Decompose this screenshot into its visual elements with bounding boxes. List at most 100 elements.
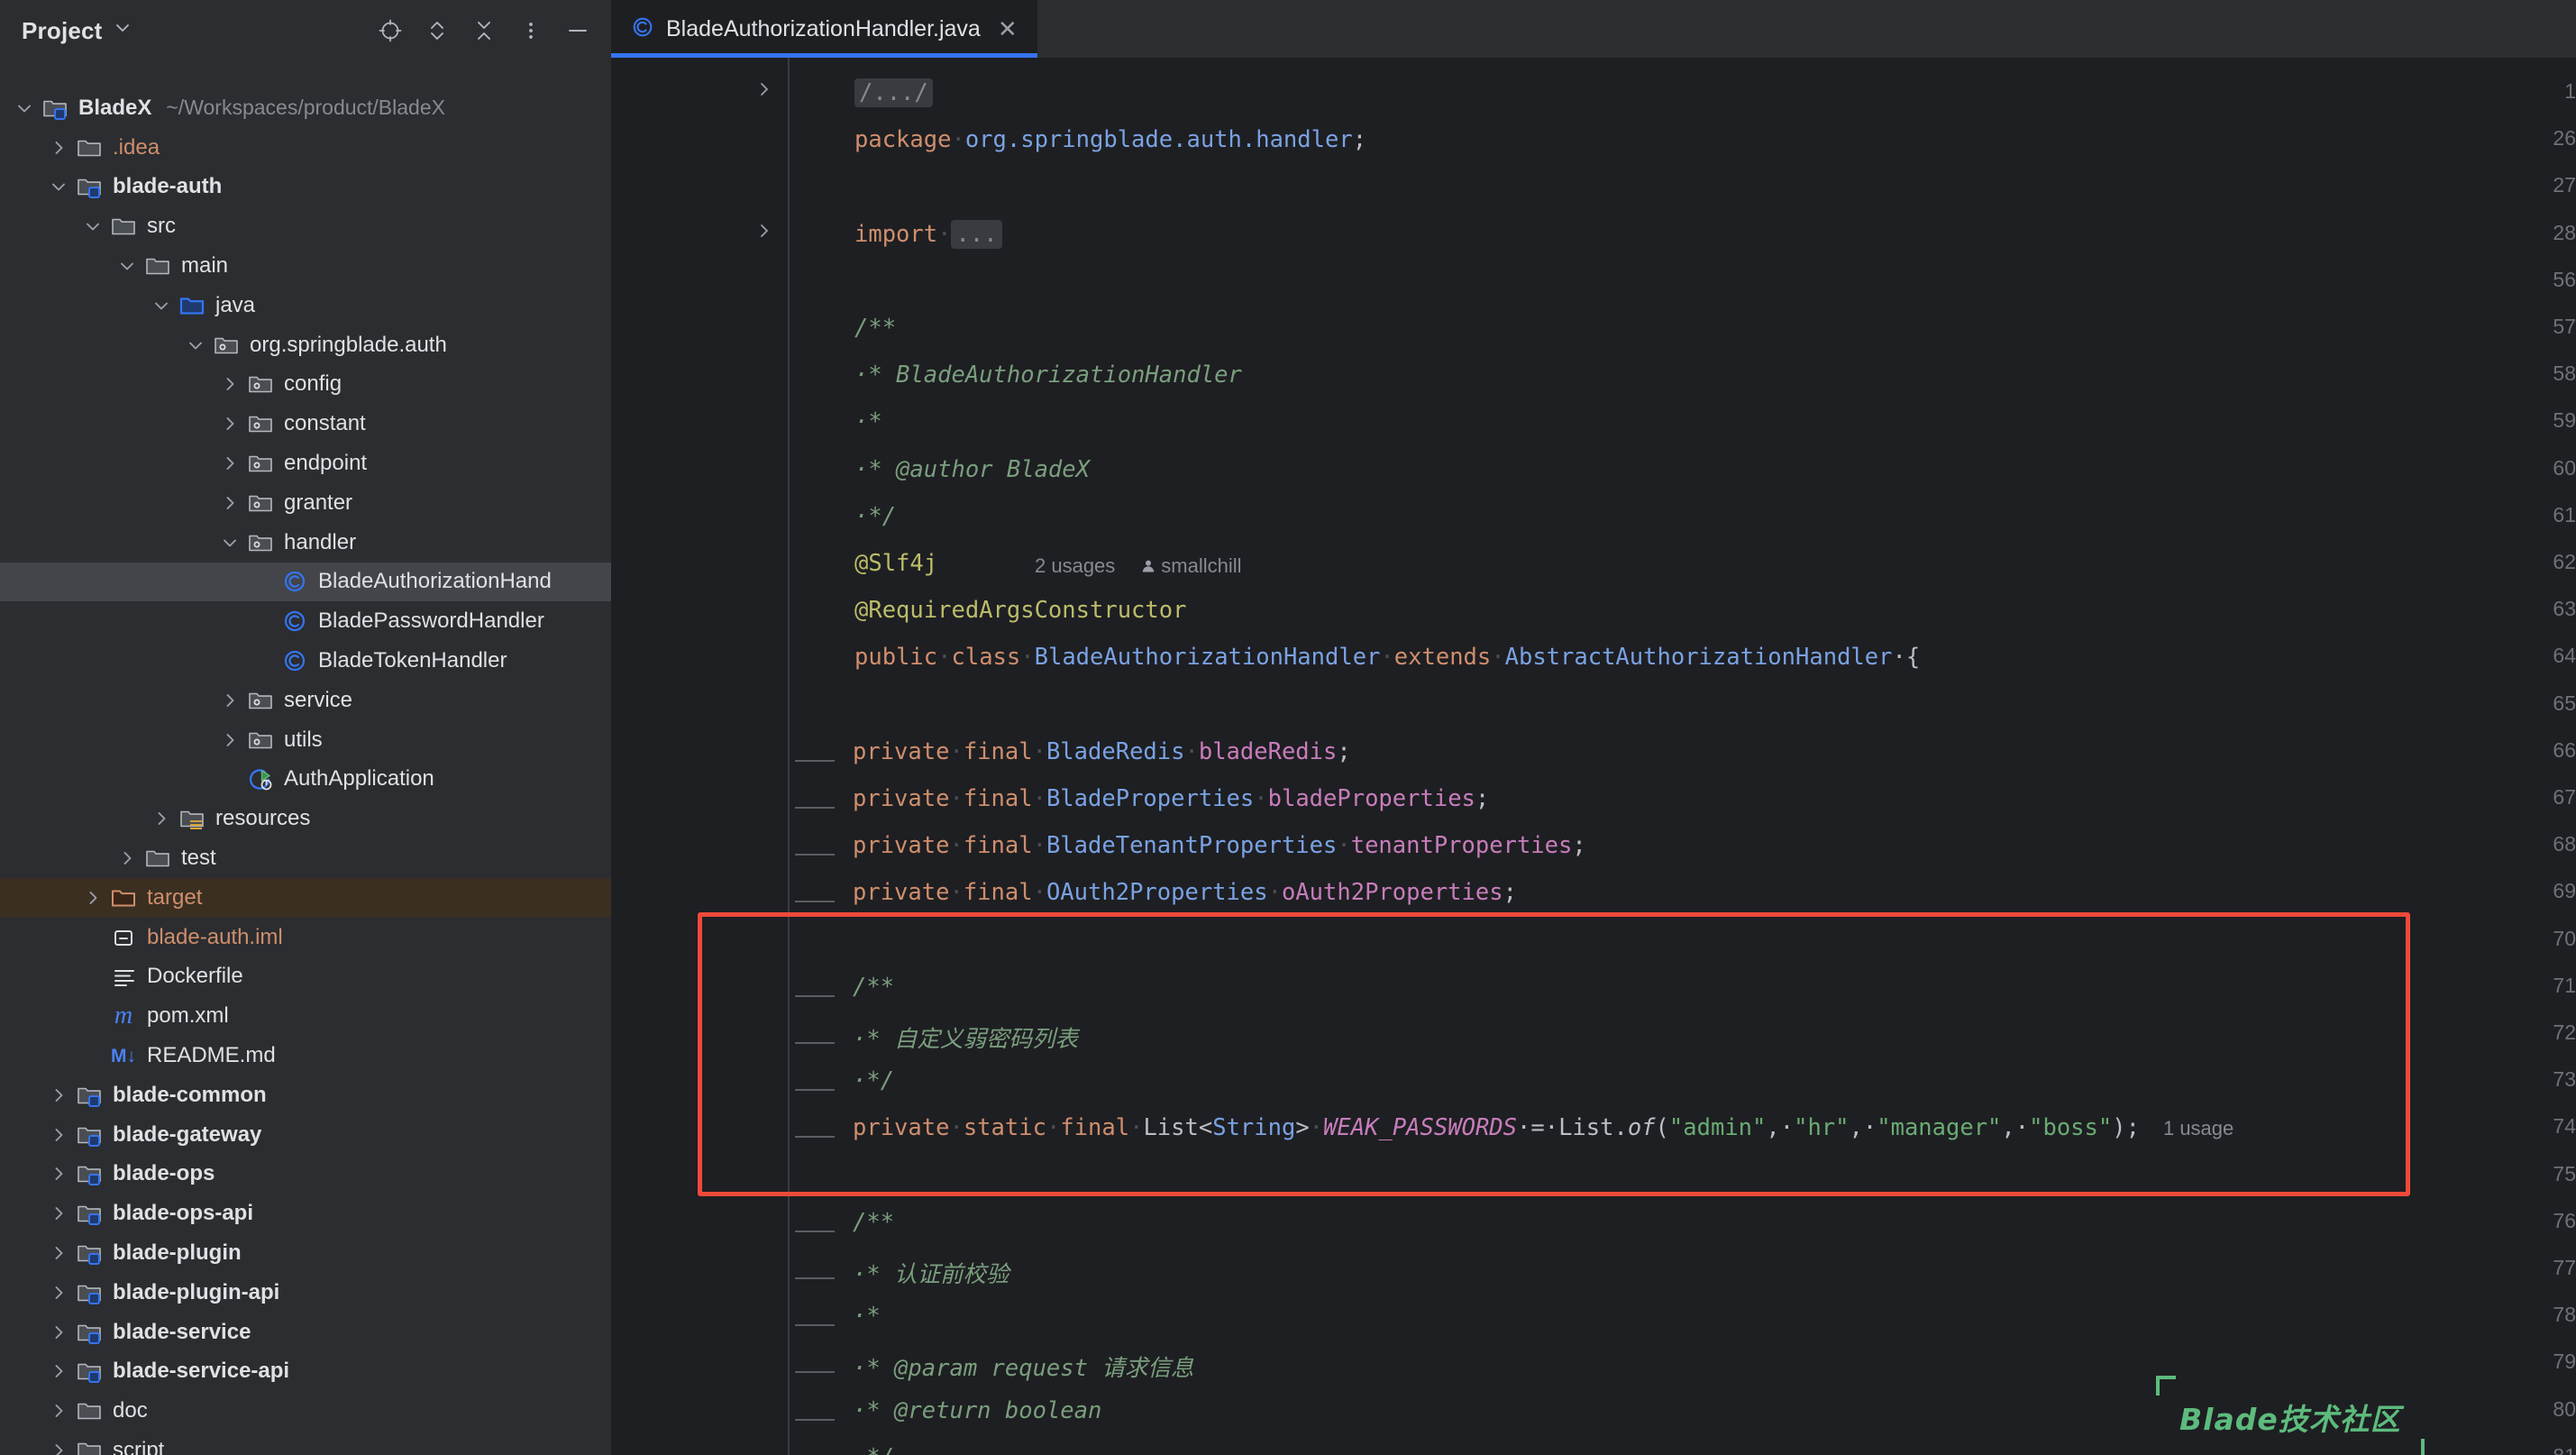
code-line[interactable]: ·* bbox=[854, 408, 882, 435]
close-icon[interactable]: ✕ bbox=[998, 17, 1018, 41]
code-line[interactable]: ·* @author BladeX bbox=[854, 456, 1090, 483]
chevron-right-icon[interactable] bbox=[47, 1241, 70, 1265]
tree-item-utils[interactable]: utils bbox=[0, 720, 611, 760]
tree-item-authapplication[interactable]: AuthApplication bbox=[0, 760, 611, 800]
tree-item-dockerfile[interactable]: Dockerfile bbox=[0, 957, 611, 997]
usage-hint[interactable]: 1 usage bbox=[2163, 1117, 2233, 1139]
code-line[interactable]: ·* 自定义弱密码列表 bbox=[853, 1020, 1078, 1054]
code-line[interactable]: ·* @param request 请求信息 bbox=[853, 1350, 1193, 1383]
tree-item-bladetokenhandler[interactable]: BladeTokenHandler bbox=[0, 641, 611, 681]
chevron-right-icon[interactable] bbox=[218, 491, 242, 515]
chevron-down-icon[interactable] bbox=[81, 215, 105, 238]
code-line[interactable]: private·final·BladeRedis·bladeRedis; bbox=[853, 738, 1351, 765]
tree-item-org-springblade-auth[interactable]: org.springblade.auth bbox=[0, 325, 611, 365]
tree-item-main[interactable]: main bbox=[0, 246, 611, 286]
chevron-right-icon[interactable] bbox=[47, 1084, 70, 1107]
code-line[interactable]: ·* @return boolean bbox=[853, 1397, 1101, 1424]
tree-item-blade-service[interactable]: blade-service bbox=[0, 1313, 611, 1352]
chevron-right-icon[interactable] bbox=[47, 1162, 70, 1185]
chevron-down-icon[interactable] bbox=[150, 294, 173, 317]
chevron-right-icon[interactable] bbox=[47, 1399, 70, 1423]
fold-expand-icon[interactable] bbox=[754, 79, 775, 99]
project-tree[interactable]: BladeX ~/Workspaces/product/BladeX .idea bl… bbox=[0, 61, 611, 1455]
chevron-right-icon[interactable] bbox=[47, 1439, 70, 1455]
code-line[interactable]: private·final·BladeProperties·bladePrope… bbox=[853, 785, 1489, 812]
tree-item-granter[interactable]: granter bbox=[0, 483, 611, 523]
hide-panel-icon[interactable] bbox=[564, 17, 591, 44]
usage-hint[interactable]: 2 usages bbox=[1035, 554, 1115, 577]
chevron-down-icon[interactable] bbox=[115, 254, 139, 278]
code-line[interactable]: ·*/ bbox=[854, 503, 896, 530]
tree-item-handler[interactable]: handler bbox=[0, 523, 611, 563]
tree-item-blade-ops-api[interactable]: blade-ops-api bbox=[0, 1194, 611, 1233]
tree-item-bladepasswordhandler[interactable]: BladePasswordHandler bbox=[0, 601, 611, 641]
code-line[interactable]: @RequiredArgsConstructor bbox=[854, 597, 1186, 624]
tree-item-test[interactable]: test bbox=[0, 838, 611, 878]
code-line[interactable]: package·org.springblade.auth.handler; bbox=[854, 126, 1366, 153]
collapse-all-icon[interactable] bbox=[470, 17, 498, 44]
tree-item-src[interactable]: src bbox=[0, 206, 611, 246]
code-line[interactable]: ·*/ bbox=[853, 1067, 894, 1094]
inlay-hint-group[interactable]: 2 usages smallchill bbox=[1035, 552, 1242, 580]
chevron-down-icon[interactable] bbox=[113, 18, 132, 41]
chevron-down-icon[interactable] bbox=[184, 334, 207, 357]
code-line[interactable]: /** bbox=[854, 315, 896, 342]
tree-item-endpoint[interactable]: endpoint bbox=[0, 444, 611, 483]
tree-item-resources[interactable]: resources bbox=[0, 799, 611, 838]
code-line[interactable]: /.../ bbox=[854, 78, 933, 107]
code-line[interactable]: @Slf4j bbox=[854, 550, 937, 577]
chevron-right-icon[interactable] bbox=[218, 689, 242, 712]
tree-item-bladex[interactable]: BladeX ~/Workspaces/product/BladeX bbox=[0, 88, 611, 128]
tree-item-script[interactable]: script bbox=[0, 1431, 611, 1455]
project-panel-title[interactable]: Project bbox=[22, 17, 103, 45]
chevron-right-icon[interactable] bbox=[150, 807, 173, 830]
folded-code-chip[interactable]: ... bbox=[951, 219, 1002, 249]
tree-item-blade-auth-iml[interactable]: blade-auth.iml bbox=[0, 918, 611, 957]
tree-item-service[interactable]: service bbox=[0, 681, 611, 720]
chevron-right-icon[interactable] bbox=[47, 1202, 70, 1225]
chevron-right-icon[interactable] bbox=[218, 372, 242, 396]
chevron-right-icon[interactable] bbox=[81, 886, 105, 910]
tree-item-target[interactable]: target bbox=[0, 878, 611, 918]
chevron-right-icon[interactable] bbox=[47, 1281, 70, 1304]
tree-item-config[interactable]: config bbox=[0, 365, 611, 405]
code-line[interactable]: private·final·BladeTenantProperties·tena… bbox=[853, 832, 1586, 859]
chevron-right-icon[interactable] bbox=[47, 1359, 70, 1383]
tree-item-constant[interactable]: constant bbox=[0, 404, 611, 444]
author-hint[interactable]: smallchill bbox=[1140, 554, 1242, 577]
tree-item-java[interactable]: java bbox=[0, 286, 611, 325]
code-line[interactable]: import·... bbox=[854, 219, 1002, 249]
code-line[interactable]: /** bbox=[853, 974, 894, 1001]
fold-expand-icon[interactable] bbox=[754, 221, 775, 241]
code-canvas[interactable]: Blade技术社区 1/.../26 package·org.springblad… bbox=[611, 58, 2576, 1455]
tree-item-blade-plugin[interactable]: blade-plugin bbox=[0, 1233, 611, 1273]
tree-item-blade-common[interactable]: blade-common bbox=[0, 1075, 611, 1115]
tree-item-doc[interactable]: doc bbox=[0, 1391, 611, 1431]
chevron-right-icon[interactable] bbox=[218, 412, 242, 435]
code-line[interactable]: /** bbox=[853, 1209, 894, 1236]
tree-item-readme-md[interactable]: M↓ README.md bbox=[0, 1036, 611, 1075]
folded-code-chip[interactable]: /.../ bbox=[854, 78, 933, 107]
code-line[interactable]: public·class·BladeAuthorizationHandler·e… bbox=[854, 644, 1920, 671]
tree-item-bladeauthorizationhand[interactable]: BladeAuthorizationHand bbox=[0, 562, 611, 602]
chevron-down-icon[interactable] bbox=[13, 96, 36, 120]
code-line[interactable]: private·static·final·List<String>·WEAK_P… bbox=[853, 1114, 2233, 1141]
options-menu-icon[interactable] bbox=[517, 17, 544, 44]
select-opened-file-icon[interactable] bbox=[377, 17, 404, 44]
chevron-right-icon[interactable] bbox=[47, 136, 70, 160]
chevron-right-icon[interactable] bbox=[47, 1123, 70, 1147]
tree-item-idea[interactable]: .idea bbox=[0, 128, 611, 168]
code-line[interactable]: ·*/ bbox=[853, 1444, 894, 1455]
tree-item-blade-gateway[interactable]: blade-gateway bbox=[0, 1115, 611, 1155]
chevron-right-icon[interactable] bbox=[115, 846, 139, 870]
code-line[interactable]: private·final·OAuth2Properties·oAuth2Pro… bbox=[853, 879, 1517, 906]
code-line[interactable]: ·* BladeAuthorizationHandler bbox=[854, 361, 1242, 389]
chevron-right-icon[interactable] bbox=[218, 452, 242, 475]
tree-item-blade-auth[interactable]: blade-auth bbox=[0, 168, 611, 207]
chevron-down-icon[interactable] bbox=[218, 531, 242, 554]
tree-item-pom-xml[interactable]: m pom.xml bbox=[0, 996, 611, 1036]
chevron-right-icon[interactable] bbox=[47, 1321, 70, 1344]
chevron-right-icon[interactable] bbox=[218, 728, 242, 752]
expand-collapse-icon[interactable] bbox=[424, 17, 451, 44]
tree-item-blade-ops[interactable]: blade-ops bbox=[0, 1155, 611, 1194]
